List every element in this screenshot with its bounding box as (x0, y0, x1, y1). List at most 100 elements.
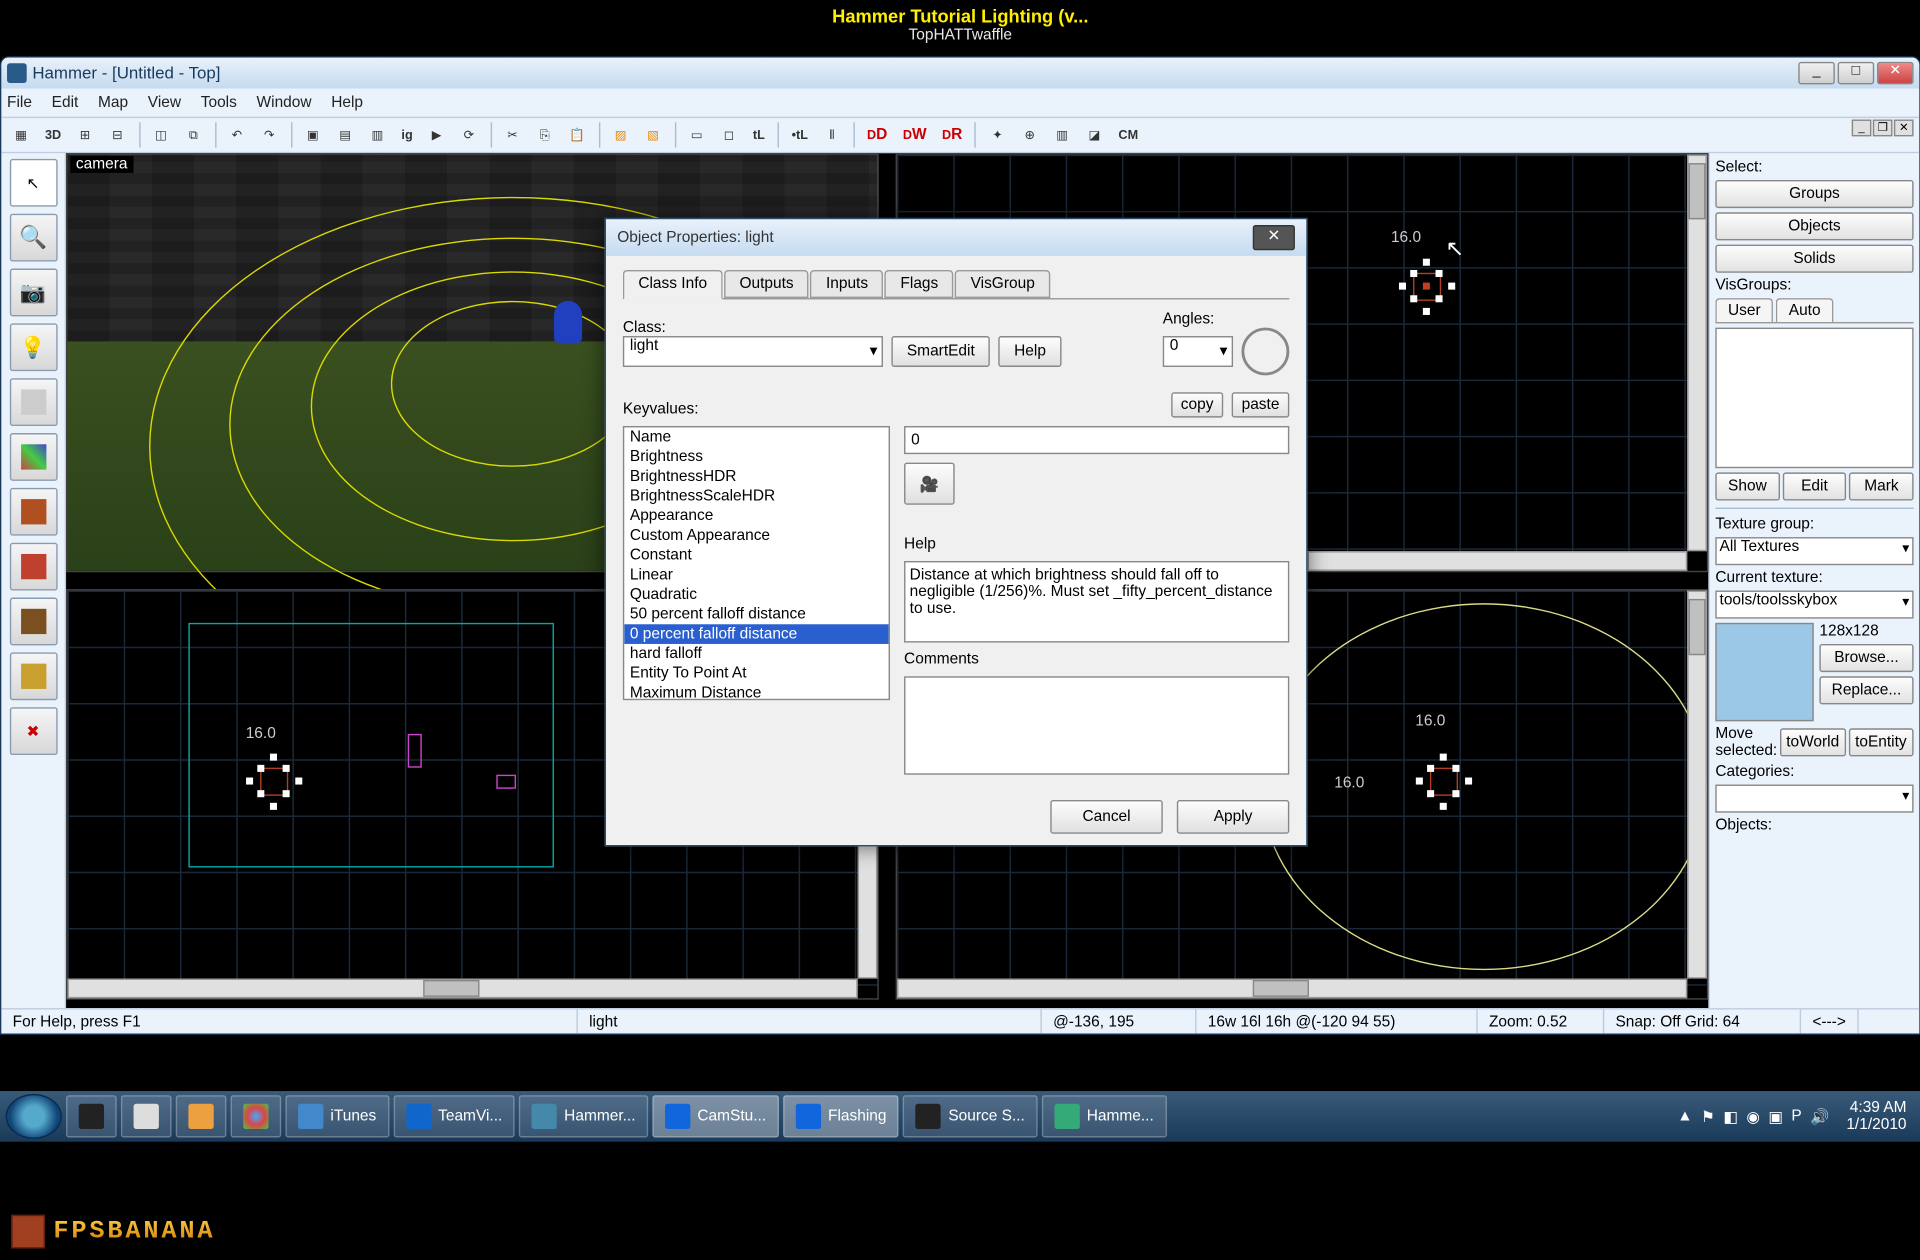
keyvalue-item[interactable]: Entity To Point At (624, 664, 888, 684)
taskbar-itunes[interactable]: iTunes (285, 1095, 388, 1137)
clock[interactable]: 4:39 AM1/1/2010 (1838, 1099, 1915, 1133)
select2-icon[interactable]: ◻ (715, 121, 743, 149)
keyvalues-list[interactable]: NameBrightnessBrightnessHDRBrightnessSca… (623, 426, 890, 700)
toggle2-icon[interactable]: ▤ (331, 121, 359, 149)
keyvalue-item[interactable]: Constant (624, 546, 888, 566)
apply-button[interactable]: Apply (1177, 800, 1289, 834)
tab-auto[interactable]: Auto (1776, 298, 1833, 322)
cm-button[interactable]: CM (1113, 121, 1144, 149)
taskbar-camstudio[interactable]: CamStu... (652, 1095, 778, 1137)
box-icon[interactable]: ◪ (1080, 121, 1108, 149)
3d-icon[interactable]: 3D (39, 121, 66, 149)
dialog-close-button[interactable]: ✕ (1253, 225, 1295, 250)
mdi-close-button[interactable]: ✕ (1894, 120, 1914, 137)
copy-button[interactable]: copy (1171, 392, 1223, 417)
decal-tool[interactable] (9, 543, 57, 591)
show-button[interactable]: Show (1715, 472, 1779, 500)
clip-tool[interactable] (9, 652, 57, 700)
taskbar-sourcesdk[interactable]: Source S... (903, 1095, 1037, 1137)
tab-outputs[interactable]: Outputs (724, 270, 809, 298)
toggle3-icon[interactable]: ▥ (363, 121, 391, 149)
toentity-button[interactable]: toEntity (1848, 728, 1913, 756)
menu-file[interactable]: File (7, 94, 32, 111)
close-button[interactable]: ✕ (1877, 62, 1914, 84)
categories-combo[interactable] (1715, 785, 1913, 813)
overlay-tool[interactable] (9, 598, 57, 646)
select-icon[interactable]: ▭ (683, 121, 711, 149)
block-tool[interactable] (9, 378, 57, 426)
mdi-minimize-button[interactable]: _ (1852, 120, 1872, 137)
texgroup-combo[interactable]: All Textures (1715, 537, 1913, 565)
maximize-button[interactable]: □ (1838, 62, 1875, 84)
visgroups-list[interactable] (1715, 328, 1913, 469)
grid-icon[interactable]: ▦ (7, 121, 35, 149)
class-combo[interactable]: light (623, 336, 883, 367)
volume-icon[interactable]: 🔊 (1810, 1107, 1829, 1125)
tray-icon[interactable]: ◧ (1723, 1107, 1738, 1125)
scrollbar-h[interactable] (67, 978, 857, 998)
solids-button[interactable]: Solids (1715, 245, 1913, 273)
keyvalue-item[interactable]: Appearance (624, 506, 888, 526)
cordon-icon[interactable]: ▨ (607, 121, 635, 149)
keyvalue-item[interactable]: Linear (624, 565, 888, 585)
dd-button[interactable]: DD (861, 121, 893, 149)
browse-button[interactable]: Browse... (1819, 644, 1913, 672)
menu-tools[interactable]: Tools (201, 94, 237, 111)
angles-combo[interactable]: 0 (1163, 336, 1233, 367)
dialog-titlebar[interactable]: Object Properties: light ✕ (606, 219, 1306, 256)
sparkle-icon[interactable]: ✦ (983, 121, 1011, 149)
groups-button[interactable]: Groups (1715, 180, 1913, 208)
bars-icon[interactable]: ▥ (1048, 121, 1076, 149)
tray-expand-icon[interactable]: ▲ (1677, 1108, 1692, 1125)
scrollbar-v[interactable] (1687, 591, 1707, 979)
copy-icon[interactable]: ⎘ (531, 121, 559, 149)
taskbar-hammer1[interactable]: Hammer... (519, 1095, 648, 1137)
taskbar-explorer[interactable] (176, 1095, 227, 1137)
tab-visgroup[interactable]: VisGroup (955, 270, 1050, 298)
replace-button[interactable]: Replace... (1819, 676, 1913, 704)
tl2-button[interactable]: •tL (786, 121, 814, 149)
tray-icon[interactable]: ▣ (1768, 1107, 1783, 1125)
tab-inputs[interactable]: Inputs (810, 270, 883, 298)
vertex-tool[interactable]: ✖ (9, 707, 57, 755)
titlebar[interactable]: Hammer - [Untitled - Top] _ □ ✕ (1, 58, 1919, 89)
tab-classinfo[interactable]: Class Info (623, 270, 723, 300)
toggle-icon[interactable]: ▣ (299, 121, 327, 149)
tray-flag-icon[interactable]: ⚑ (1701, 1107, 1715, 1125)
mdi-restore-button[interactable]: ❐ (1873, 120, 1893, 137)
keyvalue-item[interactable]: Name (624, 427, 888, 447)
objects-button[interactable]: Objects (1715, 212, 1913, 240)
menu-window[interactable]: Window (257, 94, 312, 111)
taskbar-app2[interactable] (121, 1095, 172, 1137)
tab-user[interactable]: User (1715, 298, 1773, 322)
globe-icon[interactable]: ⊕ (1016, 121, 1044, 149)
mark-button[interactable]: Mark (1849, 472, 1913, 500)
cut-icon[interactable]: ✂ (498, 121, 526, 149)
taskbar-teamviewer[interactable]: TeamVi... (393, 1095, 515, 1137)
curtex-combo[interactable]: tools/toolsskybox (1715, 591, 1913, 619)
keyvalue-item[interactable]: hard falloff (624, 644, 888, 664)
cancel-button[interactable]: Cancel (1050, 800, 1162, 834)
keyvalue-item[interactable]: Custom Appearance (624, 526, 888, 546)
carve-icon[interactable]: ◫ (147, 121, 175, 149)
taskbar-chrome[interactable] (231, 1095, 282, 1137)
taskbar-flashing[interactable]: Flashing (783, 1095, 899, 1137)
minimize-button[interactable]: _ (1798, 62, 1835, 84)
redo-icon[interactable]: ↷ (255, 121, 283, 149)
undo-icon[interactable]: ↶ (223, 121, 251, 149)
edit-button[interactable]: Edit (1782, 472, 1846, 500)
radius-icon[interactable]: ▧ (639, 121, 667, 149)
paste-button[interactable]: paste (1232, 392, 1290, 417)
system-tray[interactable]: ▲ ⚑ ◧ ◉ ▣ P 🔊 4:39 AM1/1/2010 (1677, 1099, 1915, 1133)
reload-icon[interactable]: ⟳ (455, 121, 483, 149)
dw-button[interactable]: DW (897, 121, 932, 149)
magnify-tool[interactable]: 🔍 (9, 214, 57, 262)
tab-flags[interactable]: Flags (885, 270, 954, 298)
grid-larger-icon[interactable]: ⊟ (103, 121, 131, 149)
start-button[interactable] (6, 1094, 62, 1139)
keyvalue-item[interactable]: BrightnessScaleHDR (624, 486, 888, 506)
keyvalue-item[interactable]: Brightness (624, 447, 888, 467)
keyvalue-item[interactable]: Maximum Distance (624, 683, 888, 700)
toworld-button[interactable]: toWorld (1780, 728, 1845, 756)
scrollbar-h[interactable] (897, 978, 1687, 998)
